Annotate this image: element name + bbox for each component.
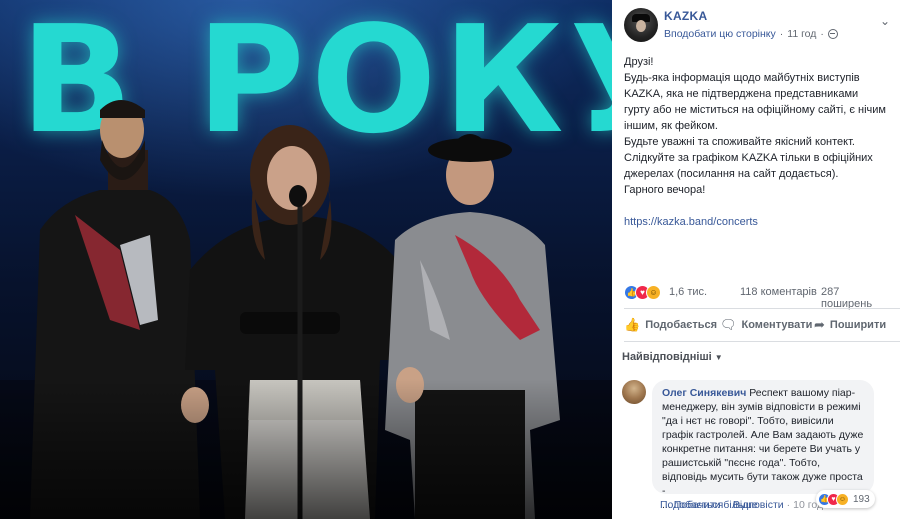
- comment-button[interactable]: 🗨 Коментувати: [720, 317, 812, 333]
- meta-separator: ·: [820, 28, 824, 40]
- post-link[interactable]: https://kazka.band/concerts: [624, 214, 886, 230]
- comment-label: Коментувати: [741, 319, 813, 331]
- comment-count[interactable]: 118 коментарів: [740, 286, 817, 298]
- comment-text: Респект вашому піар-менеджеру, він зумів…: [662, 387, 864, 497]
- reaction-icons[interactable]: 👍 ♥ ☺: [624, 285, 661, 300]
- share-label: Поширити: [829, 319, 887, 331]
- post-stats: 👍 ♥ ☺ 1,6 тис. 118 коментарів 287 пошире…: [624, 284, 890, 310]
- stage-floor: [0, 379, 612, 519]
- like-button[interactable]: 👍 Подобається: [624, 317, 717, 333]
- wow-reaction-icon: ☺: [836, 492, 849, 506]
- haha-reaction-icon: ☺: [646, 285, 661, 300]
- comment-sort-dropdown[interactable]: Найвідповідніші ▼: [622, 351, 723, 363]
- share-button[interactable]: ➦ Поширити: [814, 317, 886, 333]
- comment-reply-link[interactable]: Відповісти: [733, 499, 784, 511]
- comment-bubble: Олег Синякевич Респект вашому піар-менед…: [652, 380, 874, 511]
- post-panel: KAZKA Вподобати цю сторінку · 11 год · ⌄…: [612, 0, 900, 519]
- speech-bubble-icon: 🗨: [720, 317, 737, 332]
- thumbs-up-icon: 👍: [624, 317, 641, 332]
- post-time[interactable]: 11 год: [787, 28, 816, 40]
- post-meta: Вподобати цю сторінку · 11 год ·: [664, 28, 838, 40]
- share-count[interactable]: 287 поширень: [821, 286, 890, 310]
- page-avatar[interactable]: [624, 8, 658, 42]
- post-text: Друзі! Будь-яка інформація щодо майбутні…: [624, 56, 886, 196]
- comment-avatar[interactable]: [622, 380, 646, 404]
- divider: [624, 308, 900, 309]
- reaction-count[interactable]: 1,6 тис.: [669, 286, 707, 298]
- post-photo[interactable]: В РОКУ: [0, 0, 612, 519]
- post-body: Друзі! Будь-яка інформація щодо майбутні…: [624, 54, 886, 230]
- like-page-link[interactable]: Вподобати цю сторінку: [664, 28, 776, 40]
- comment-author[interactable]: Олег Синякевич: [662, 387, 746, 399]
- share-arrow-icon: ➦: [814, 317, 825, 332]
- sort-label: Найвідповідніші: [622, 351, 712, 363]
- caret-down-icon: ▼: [714, 353, 723, 362]
- globe-icon[interactable]: [827, 29, 838, 39]
- meta-separator: ·: [779, 28, 784, 40]
- comment-actions: Подобається · Відповісти · 10 год: [660, 499, 824, 511]
- like-label: Подобається: [645, 319, 718, 331]
- chevron-down-icon[interactable]: ⌄: [880, 14, 890, 28]
- post-header: KAZKA Вподобати цю сторінку · 11 год · ⌄: [624, 8, 900, 42]
- comment-reactions[interactable]: 👍 ♥ ☺ 193: [816, 490, 875, 508]
- comment-like-link[interactable]: Подобається: [660, 499, 723, 511]
- post-actions: 👍 Подобається 🗨 Коментувати ➦ Поширити: [624, 312, 900, 338]
- divider: [624, 341, 900, 342]
- comment-reaction-count: 193: [853, 493, 870, 505]
- page-name[interactable]: KAZKA: [664, 9, 708, 23]
